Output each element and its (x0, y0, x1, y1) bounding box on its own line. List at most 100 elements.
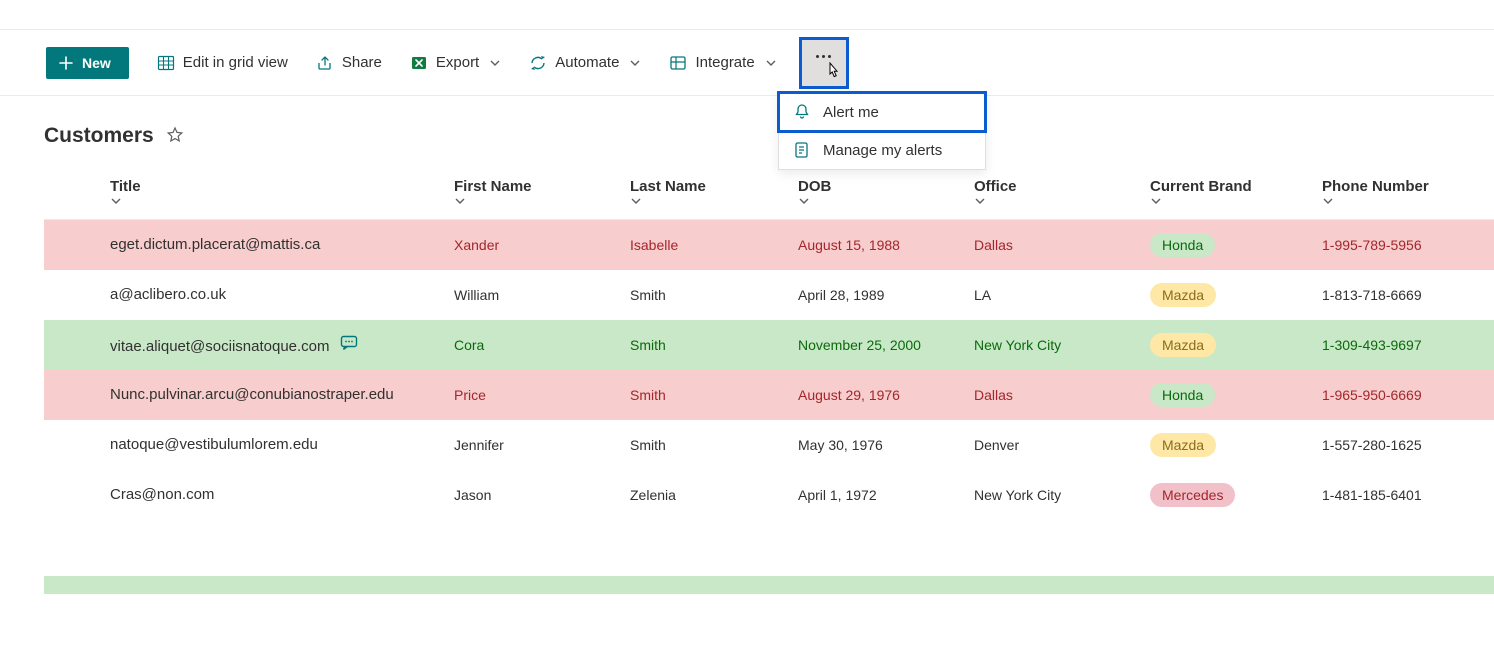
new-button[interactable]: New (46, 47, 129, 79)
plus-icon (58, 55, 74, 71)
table-row[interactable]: Nunc.pulvinar.arcu@conubianostraper.eduP… (44, 370, 1494, 420)
brand-pill: Honda (1150, 383, 1215, 407)
cell-dob: April 28, 1989 (798, 270, 974, 320)
col-office[interactable]: Office (974, 166, 1150, 220)
manage-alerts-item[interactable]: Manage my alerts (779, 131, 985, 169)
title-row: Customers (0, 96, 1494, 166)
cell-phone: 1-309-493-9697 (1322, 320, 1494, 370)
alert-me-label: Alert me (823, 104, 879, 121)
cell-last-name: Smith (630, 270, 798, 320)
cell-brand: Mercedes (1150, 470, 1322, 520)
brand-pill: Mercedes (1150, 483, 1235, 507)
chevron-down-icon (454, 195, 620, 207)
manage-alerts-label: Manage my alerts (823, 142, 942, 159)
automate-icon (529, 54, 547, 72)
cell-brand: Mazda (1150, 320, 1322, 370)
cell-phone: 1-995-789-5956 (1322, 220, 1494, 270)
cell-office: Dallas (974, 220, 1150, 270)
chevron-down-icon (798, 195, 964, 207)
cell-title[interactable]: vitae.aliquet@sociisnatoque.com (44, 320, 454, 370)
table-row[interactable]: vitae.aliquet@sociisnatoque.comCoraSmith… (44, 320, 1494, 370)
share-button[interactable]: Share (304, 48, 394, 78)
col-title[interactable]: Title (44, 166, 454, 220)
cell-phone: 1-813-718-6669 (1322, 270, 1494, 320)
col-last-name[interactable]: Last Name (630, 166, 798, 220)
automate-label: Automate (555, 54, 619, 71)
cell-dob: November 25, 2000 (798, 320, 974, 370)
cell-phone: 1-481-185-6401 (1322, 470, 1494, 520)
integrate-label: Integrate (695, 54, 754, 71)
ellipsis-icon (816, 55, 831, 58)
automate-button[interactable]: Automate (517, 48, 653, 78)
cell-brand: Honda (1150, 370, 1322, 420)
col-dob[interactable]: DOB (798, 166, 974, 220)
brand-pill: Honda (1150, 233, 1215, 257)
cell-dob: May 30, 1976 (798, 420, 974, 470)
excel-icon (410, 54, 428, 72)
alert-me-item[interactable]: Alert me (777, 91, 987, 133)
export-button[interactable]: Export (398, 48, 513, 78)
cell-office: New York City (974, 470, 1150, 520)
edit-grid-button[interactable]: Edit in grid view (145, 48, 300, 78)
command-bar: New Edit in grid view Share Export (0, 30, 1494, 96)
footer-bar (44, 576, 1494, 594)
cell-title[interactable]: a@aclibero.co.uk (44, 270, 454, 320)
cell-last-name: Zelenia (630, 470, 798, 520)
new-label: New (82, 55, 111, 71)
integrate-button[interactable]: Integrate (657, 48, 788, 78)
cell-brand: Mazda (1150, 420, 1322, 470)
customers-table: Title First Name Last Name DOB (44, 166, 1494, 520)
cell-office: LA (974, 270, 1150, 320)
chevron-down-icon (1322, 195, 1488, 207)
cell-title[interactable]: eget.dictum.placerat@mattis.ca (44, 220, 454, 270)
chevron-down-icon (974, 195, 1140, 207)
cell-dob: April 1, 1972 (798, 470, 974, 520)
cell-dob: August 29, 1976 (798, 370, 974, 420)
cell-first-name: Jennifer (454, 420, 630, 470)
table-row[interactable]: eget.dictum.placerat@mattis.caXanderIsab… (44, 220, 1494, 270)
bell-icon (793, 103, 811, 121)
cell-brand: Mazda (1150, 270, 1322, 320)
cell-brand: Honda (1150, 220, 1322, 270)
cell-title[interactable]: Nunc.pulvinar.arcu@conubianostraper.edu (44, 370, 454, 420)
chevron-down-icon (630, 195, 788, 207)
more-actions-button[interactable] (799, 37, 849, 89)
cell-last-name: Smith (630, 420, 798, 470)
cell-last-name: Isabelle (630, 220, 798, 270)
col-current-brand[interactable]: Current Brand (1150, 166, 1322, 220)
brand-pill: Mazda (1150, 283, 1216, 307)
cell-office: Dallas (974, 370, 1150, 420)
chevron-down-icon (765, 57, 777, 69)
cell-first-name: Jason (454, 470, 630, 520)
cell-last-name: Smith (630, 370, 798, 420)
brand-pill: Mazda (1150, 433, 1216, 457)
cell-first-name: Price (454, 370, 630, 420)
edit-grid-label: Edit in grid view (183, 54, 288, 71)
cursor-pointer-icon (824, 62, 842, 85)
share-label: Share (342, 54, 382, 71)
cell-office: Denver (974, 420, 1150, 470)
cell-phone: 1-557-280-1625 (1322, 420, 1494, 470)
grid-icon (157, 54, 175, 72)
share-icon (316, 54, 334, 72)
favorite-star-icon[interactable] (166, 126, 184, 147)
chevron-down-icon (629, 57, 641, 69)
table-row[interactable]: a@aclibero.co.ukWilliamSmithApril 28, 19… (44, 270, 1494, 320)
table-row[interactable]: natoque@vestibulumlorem.eduJenniferSmith… (44, 420, 1494, 470)
cell-title[interactable]: Cras@non.com (44, 470, 454, 520)
cell-office: New York City (974, 320, 1150, 370)
integrate-icon (669, 54, 687, 72)
col-phone[interactable]: Phone Number (1322, 166, 1494, 220)
cell-last-name: Smith (630, 320, 798, 370)
cell-title[interactable]: natoque@vestibulumlorem.edu (44, 420, 454, 470)
cell-dob: August 15, 1988 (798, 220, 974, 270)
cell-first-name: Cora (454, 320, 630, 370)
table-row[interactable]: Cras@non.comJasonZeleniaApril 1, 1972New… (44, 470, 1494, 520)
chevron-down-icon (489, 57, 501, 69)
alerts-list-icon (793, 141, 811, 159)
col-first-name[interactable]: First Name (454, 166, 630, 220)
cell-first-name: Xander (454, 220, 630, 270)
chat-bubble-icon[interactable] (340, 338, 358, 355)
cell-phone: 1-965-950-6669 (1322, 370, 1494, 420)
export-label: Export (436, 54, 479, 71)
